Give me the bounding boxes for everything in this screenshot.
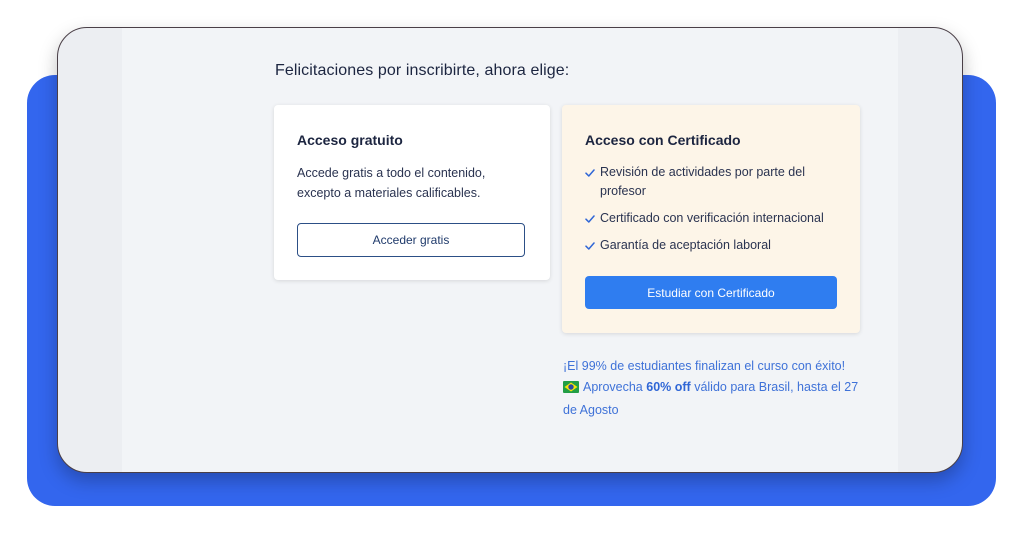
content-panel: Felicitaciones por inscribirte, ahora el… (122, 28, 898, 472)
free-access-card: Acceso gratuito Accede gratis a todo el … (274, 105, 550, 280)
offer-text: Aprovecha 60% off válido para Brasil, ha… (563, 377, 873, 421)
certificate-study-button[interactable]: Estudiar con Certificado (585, 276, 837, 309)
feature-item: Certificado con verificación internacion… (585, 209, 845, 228)
feature-item: Revisión de actividades por parte del pr… (585, 163, 845, 201)
free-card-title: Acceso gratuito (297, 132, 403, 148)
promo-block: ¡El 99% de estudiantes finalizan el curs… (563, 356, 873, 421)
free-card-description: Accede gratis a todo el contenido, excep… (297, 166, 486, 200)
offer-highlight: 60% off (646, 380, 691, 394)
check-icon (585, 209, 599, 228)
brazil-flag-icon (563, 379, 579, 400)
check-icon (585, 236, 599, 255)
free-access-button[interactable]: Acceder gratis (297, 223, 525, 257)
feature-text: Certificado con verificación internacion… (600, 211, 824, 225)
cert-feature-list: Revisión de actividades por parte del pr… (585, 163, 845, 263)
page-heading: Felicitaciones por inscribirte, ahora el… (275, 62, 570, 79)
certificate-access-card: Acceso con Certificado Revisión de activ… (562, 105, 860, 333)
offer-prefix: Aprovecha (583, 380, 643, 394)
feature-text: Revisión de actividades por parte del pr… (600, 165, 805, 198)
feature-item: Garantía de aceptación laboral (585, 236, 845, 255)
feature-text: Garantía de aceptación laboral (600, 238, 771, 252)
browser-window: Felicitaciones por inscribirte, ahora el… (57, 27, 963, 473)
check-icon (585, 163, 599, 182)
cert-card-title: Acceso con Certificado (585, 132, 741, 148)
completion-rate-text: ¡El 99% de estudiantes finalizan el curs… (563, 359, 846, 373)
